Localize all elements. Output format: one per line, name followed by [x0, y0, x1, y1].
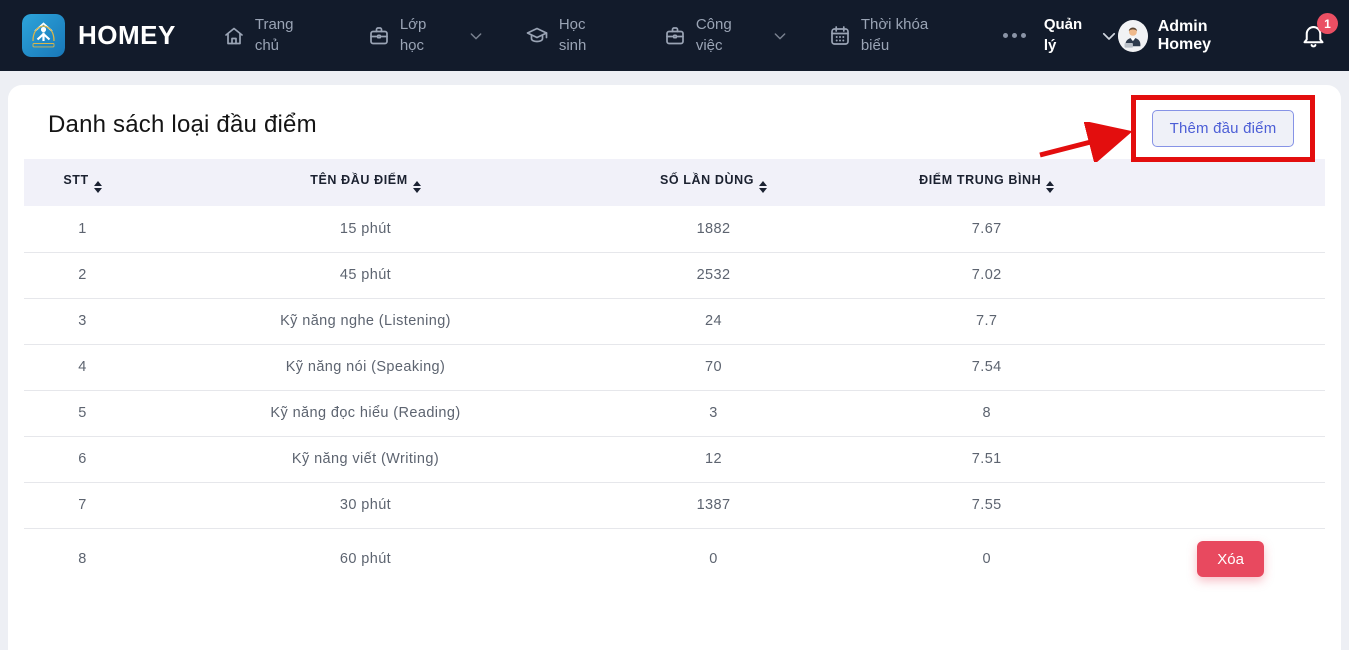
delete-button[interactable]: Xóa: [1197, 541, 1264, 577]
cell-name: Kỹ năng đọc hiểu (Reading): [141, 390, 590, 436]
table-row: 1 15 phút 1882 7.67: [24, 206, 1325, 252]
nav-item-thoi-khoa-bieu[interactable]: Thời khóa biểu: [828, 15, 939, 56]
nav-item-label: Thời khóa biểu: [861, 15, 939, 56]
cell-actions: [1136, 482, 1325, 528]
cell-name: 60 phút: [141, 528, 590, 590]
cell-uses: 3: [590, 390, 837, 436]
cell-uses: 12: [590, 436, 837, 482]
notification-badge: 1: [1317, 13, 1338, 34]
cell-stt: 5: [24, 390, 141, 436]
cell-uses: 24: [590, 298, 837, 344]
cell-name: 30 phút: [141, 482, 590, 528]
chevron-down-icon[interactable]: [1100, 27, 1118, 45]
sort-icon: [413, 181, 421, 193]
calendar-icon: [828, 24, 852, 48]
cell-name: 15 phút: [141, 206, 590, 252]
brand[interactable]: HOMEY: [22, 14, 176, 57]
user-menu[interactable]: Admin Homey: [1118, 18, 1258, 54]
sort-icon: [759, 181, 767, 193]
notification-bell[interactable]: 1: [1300, 22, 1327, 49]
cell-avg: 7.55: [837, 482, 1136, 528]
cell-avg: 7.67: [837, 206, 1136, 252]
nav-item-label: Quản lý: [1044, 15, 1086, 56]
cell-avg: 8: [837, 390, 1136, 436]
navbar-right: Admin Homey 1: [1118, 18, 1327, 54]
cell-actions: [1136, 298, 1325, 344]
cell-avg: 7.51: [837, 436, 1136, 482]
cell-actions: [1136, 436, 1325, 482]
cell-actions: Xóa: [1136, 528, 1325, 590]
ellipsis-icon[interactable]: [1003, 33, 1026, 38]
cell-actions: [1136, 206, 1325, 252]
cell-avg: 7.02: [837, 252, 1136, 298]
sort-icon: [1046, 181, 1054, 193]
cell-stt: 6: [24, 436, 141, 482]
cell-actions: [1136, 390, 1325, 436]
cell-stt: 4: [24, 344, 141, 390]
cell-avg: 7.54: [837, 344, 1136, 390]
nav-item-label: Lớp học: [400, 15, 436, 56]
table-row: 7 30 phút 1387 7.55: [24, 482, 1325, 528]
nav-item-label: Trang chủ: [255, 15, 303, 56]
cell-uses: 2532: [590, 252, 837, 298]
cell-actions: [1136, 344, 1325, 390]
graduation-cap-icon: [524, 24, 550, 48]
annotation-highlight-box: Thêm đầu điểm: [1131, 95, 1315, 162]
cell-uses: 1882: [590, 206, 837, 252]
briefcase-icon: [663, 24, 687, 48]
column-header-actions: [1136, 159, 1325, 206]
sort-icon: [94, 181, 102, 193]
table-row: 4 Kỹ năng nói (Speaking) 70 7.54: [24, 344, 1325, 390]
cell-uses: 1387: [590, 482, 837, 528]
annotation-arrow-icon: [1036, 122, 1136, 162]
cell-actions: [1136, 252, 1325, 298]
main-nav: Trang chủ Lớp học Học sinh: [222, 15, 1118, 56]
chevron-down-icon[interactable]: [772, 28, 788, 44]
cell-stt: 3: [24, 298, 141, 344]
column-header-ten-dau-diem[interactable]: TÊN ĐẦU ĐIỂM: [141, 159, 590, 206]
chevron-down-icon[interactable]: [468, 28, 484, 44]
add-score-type-button[interactable]: Thêm đầu điểm: [1152, 110, 1294, 147]
cell-stt: 8: [24, 528, 141, 590]
score-type-table: STT TÊN ĐẦU ĐIỂM SỐ LẦN DÙNG ĐIỂM TRUNG …: [24, 159, 1325, 590]
cell-avg: 0: [837, 528, 1136, 590]
cell-uses: 70: [590, 344, 837, 390]
cell-avg: 7.7: [837, 298, 1136, 344]
column-header-diem-trung-binh[interactable]: ĐIỂM TRUNG BÌNH: [837, 159, 1136, 206]
nav-item-label: Học sinh: [559, 15, 599, 56]
cell-name: Kỹ năng viết (Writing): [141, 436, 590, 482]
cell-name: Kỹ năng nói (Speaking): [141, 344, 590, 390]
cell-stt: 7: [24, 482, 141, 528]
nav-item-hoc-sinh[interactable]: Học sinh: [524, 15, 599, 56]
nav-item-cong-viec[interactable]: Công việc: [663, 15, 740, 56]
table-row: 6 Kỹ năng viết (Writing) 12 7.51: [24, 436, 1325, 482]
column-header-stt[interactable]: STT: [24, 159, 141, 206]
navbar: HOMEY Trang chủ Lớp học: [0, 0, 1349, 71]
nav-item-label: Công việc: [696, 15, 740, 56]
user-name: Admin Homey: [1158, 18, 1258, 54]
nav-item-quan-ly[interactable]: Quản lý: [1044, 15, 1086, 56]
brand-name: HOMEY: [78, 20, 176, 51]
score-type-table-wrap: STT TÊN ĐẦU ĐIỂM SỐ LẦN DÙNG ĐIỂM TRUNG …: [8, 159, 1341, 590]
table-row: 3 Kỹ năng nghe (Listening) 24 7.7: [24, 298, 1325, 344]
table-row: 2 45 phút 2532 7.02: [24, 252, 1325, 298]
user-avatar: [1118, 20, 1148, 52]
cell-stt: 2: [24, 252, 141, 298]
cell-stt: 1: [24, 206, 141, 252]
column-header-so-lan-dung[interactable]: SỐ LẦN DÙNG: [590, 159, 837, 206]
cell-name: 45 phút: [141, 252, 590, 298]
briefcase-icon: [367, 24, 391, 48]
table-header-row: STT TÊN ĐẦU ĐIỂM SỐ LẦN DÙNG ĐIỂM TRUNG …: [24, 159, 1325, 206]
nav-item-trang-chu[interactable]: Trang chủ: [222, 15, 303, 56]
nav-item-lop-hoc[interactable]: Lớp học: [367, 15, 436, 56]
content-card: Danh sách loại đầu điểm STT TÊN ĐẦU ĐIỂM…: [8, 85, 1341, 650]
homey-logo-icon: [22, 14, 65, 57]
cell-name: Kỹ năng nghe (Listening): [141, 298, 590, 344]
table-row: 5 Kỹ năng đọc hiểu (Reading) 3 8: [24, 390, 1325, 436]
table-row: 8 60 phút 0 0 Xóa: [24, 528, 1325, 590]
home-icon: [222, 24, 246, 48]
cell-uses: 0: [590, 528, 837, 590]
